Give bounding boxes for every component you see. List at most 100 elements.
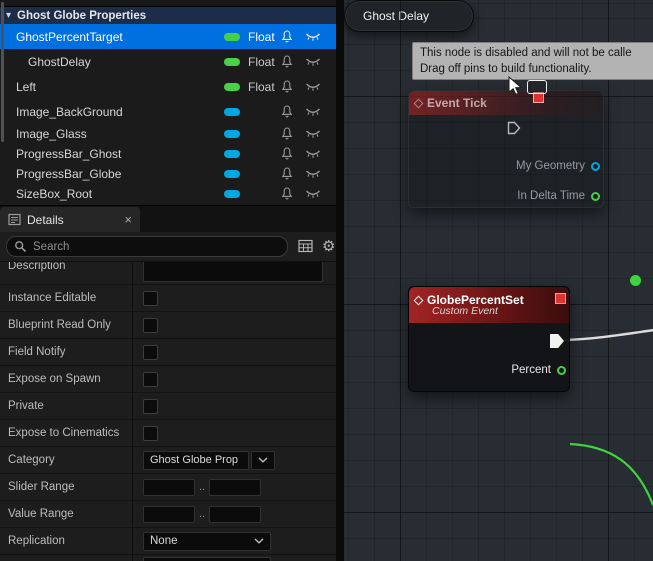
property-label: Instance Editable bbox=[8, 292, 97, 304]
tab-details[interactable]: Details × bbox=[0, 207, 140, 232]
clipped-input[interactable] bbox=[143, 557, 271, 561]
property-row-private: Private bbox=[0, 393, 336, 420]
property-label: Private bbox=[8, 400, 44, 412]
gear-icon[interactable]: ⚙ bbox=[322, 237, 335, 255]
replication-dropdown[interactable]: None bbox=[143, 531, 271, 551]
variable-name: SizeBox_Root bbox=[16, 187, 93, 201]
variable-type-pill bbox=[224, 150, 240, 158]
slider-range-min-input[interactable] bbox=[143, 478, 195, 496]
variable-row-ghostdelay[interactable]: GhostDelay Float bbox=[0, 49, 336, 74]
expose-on-spawn-checkbox[interactable] bbox=[143, 371, 158, 387]
float-wire[interactable] bbox=[569, 442, 653, 506]
property-row-instance-editable: Instance Editable bbox=[0, 285, 336, 312]
variable-type-pill bbox=[224, 130, 240, 138]
close-icon[interactable]: × bbox=[124, 213, 132, 226]
pin-row-in-delta-time: In Delta Time bbox=[517, 190, 600, 202]
node-globe-percent-set[interactable]: GlobePercentSet Custom Event Percent bbox=[408, 286, 570, 392]
grid-view-icon[interactable] bbox=[298, 239, 313, 256]
pin-row-my-geometry: My Geometry bbox=[516, 160, 600, 172]
variable-row-progressbar-globe[interactable]: ProgressBar_Globe bbox=[0, 164, 336, 184]
scrollbar-thumb[interactable] bbox=[1, 2, 4, 142]
bell-icon[interactable] bbox=[281, 104, 293, 118]
variable-name: Left bbox=[16, 79, 37, 94]
variable-name: Image_Glass bbox=[16, 127, 87, 141]
variable-name: ProgressBar_Ghost bbox=[16, 147, 122, 161]
wires-layer bbox=[564, 328, 653, 506]
bell-icon[interactable] bbox=[281, 147, 293, 160]
property-row-slider-range: Slider Range .. bbox=[0, 474, 336, 501]
range-separator: .. bbox=[199, 508, 206, 520]
slider-range-max-input[interactable] bbox=[209, 478, 262, 496]
private-checkbox[interactable] bbox=[143, 398, 158, 414]
property-row-clipped bbox=[0, 555, 336, 561]
variable-row-sizebox-root[interactable]: SizeBox_Root bbox=[0, 184, 336, 204]
field-notify-checkbox[interactable] bbox=[143, 344, 158, 360]
tooltip-line-2: Drag off pins to build functionality. bbox=[420, 63, 592, 75]
exec-out-pin[interactable] bbox=[550, 334, 564, 348]
eye-closed-icon[interactable] bbox=[305, 129, 321, 138]
delta-time-out-pin[interactable] bbox=[591, 191, 600, 201]
node-header: Event Tick bbox=[409, 91, 603, 115]
property-label: Replication bbox=[8, 535, 65, 547]
variable-type-pill bbox=[224, 82, 240, 91]
variable-type-label: Float bbox=[248, 79, 275, 94]
variable-row-image-background[interactable]: Image_BackGround bbox=[0, 99, 336, 124]
variable-type-pill bbox=[224, 32, 240, 41]
blueprint-graph[interactable]: Event Tick My Geometry In Delta Time Glo… bbox=[344, 0, 653, 561]
property-row-blueprint-read-only: Blueprint Read Only bbox=[0, 312, 336, 339]
variable-name: GhostDelay bbox=[28, 54, 91, 69]
property-label: Expose on Spawn bbox=[8, 373, 101, 385]
variable-type-pill bbox=[224, 57, 240, 66]
scrollbar[interactable] bbox=[0, 0, 5, 205]
bell-icon[interactable] bbox=[281, 54, 293, 68]
node-title: Event Tick bbox=[427, 96, 487, 110]
property-label: Value Range bbox=[8, 508, 74, 520]
property-row-category: Category Ghost Globe Prop bbox=[0, 447, 336, 474]
property-label: Expose to Cinematics bbox=[8, 427, 120, 439]
variable-row-left[interactable]: Left Float bbox=[0, 74, 336, 99]
category-dropdown-button[interactable] bbox=[251, 450, 275, 470]
pin-row-percent: Percent bbox=[511, 364, 566, 376]
exec-wire[interactable] bbox=[564, 328, 653, 342]
percent-out-pin[interactable] bbox=[557, 365, 566, 375]
eye-closed-icon[interactable] bbox=[305, 57, 321, 66]
variable-row-ghostpercenttarget[interactable]: GhostPercentTarget Float bbox=[0, 24, 336, 49]
property-row-field-notify: Field Notify bbox=[0, 339, 336, 366]
node-error-badge bbox=[555, 293, 566, 304]
value-range-max-input[interactable] bbox=[209, 505, 262, 523]
instance-editable-checkbox[interactable] bbox=[143, 290, 158, 306]
variable-row-progressbar-ghost[interactable]: ProgressBar_Ghost bbox=[0, 144, 336, 164]
cursor-node-badge bbox=[527, 80, 547, 94]
bell-icon[interactable] bbox=[281, 167, 293, 180]
expose-to-cinematics-checkbox[interactable] bbox=[143, 425, 158, 441]
bell-icon[interactable] bbox=[281, 127, 293, 140]
panel-divider[interactable] bbox=[336, 0, 344, 561]
eye-closed-icon[interactable] bbox=[305, 82, 321, 91]
eye-closed-icon[interactable] bbox=[305, 189, 321, 198]
eye-closed-icon[interactable] bbox=[305, 107, 321, 116]
search-icon bbox=[14, 240, 27, 256]
eye-closed-icon[interactable] bbox=[305, 149, 321, 158]
range-separator: .. bbox=[199, 481, 206, 493]
chevron-down-icon: ▾ bbox=[6, 10, 12, 21]
node-event-tick[interactable]: Event Tick My Geometry In Delta Time bbox=[408, 90, 604, 208]
bell-icon[interactable] bbox=[281, 187, 293, 200]
property-row-expose-on-spawn: Expose on Spawn bbox=[0, 366, 336, 393]
node-disabled-tooltip: This node is disabled and will not be ca… bbox=[412, 42, 653, 80]
description-input[interactable] bbox=[143, 262, 323, 282]
value-range-min-input[interactable] bbox=[143, 505, 195, 523]
details-tabstrip: Details × bbox=[0, 206, 336, 232]
bell-icon[interactable] bbox=[281, 79, 293, 93]
bell-icon[interactable] bbox=[281, 29, 293, 43]
eye-closed-icon[interactable] bbox=[305, 32, 321, 41]
property-row-description: Description bbox=[0, 262, 336, 285]
search-input[interactable] bbox=[6, 236, 288, 257]
blueprint-read-only-checkbox[interactable] bbox=[143, 317, 158, 333]
exec-out-pin[interactable] bbox=[507, 121, 521, 138]
geometry-out-pin[interactable] bbox=[591, 161, 600, 171]
eye-closed-icon[interactable] bbox=[305, 169, 321, 178]
details-panel: Details × ⚙ Description Instance Editabl… bbox=[0, 205, 336, 561]
category-combobox[interactable]: Ghost Globe Prop bbox=[143, 450, 249, 470]
variable-row-image-glass[interactable]: Image_Glass bbox=[0, 124, 336, 144]
variable-category-header[interactable]: ▾ Ghost Globe Properties bbox=[0, 7, 336, 24]
